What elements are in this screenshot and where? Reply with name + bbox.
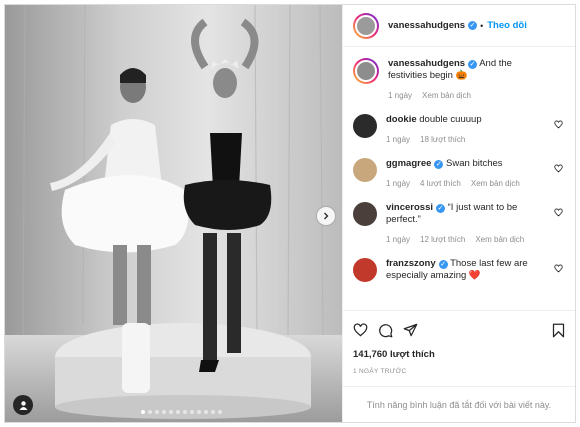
comment-likes[interactable]: 12 lượt thích bbox=[420, 235, 465, 244]
heart-icon[interactable] bbox=[353, 323, 368, 337]
follow-button[interactable]: Theo dõi bbox=[487, 20, 527, 31]
comment-item: franzszony ✓ Those last few are especiall… bbox=[353, 258, 565, 282]
carousel-dot bbox=[162, 410, 166, 414]
post-modal: vanessahudgens ✓ • Theo dõi vanessahudge… bbox=[4, 4, 576, 423]
heart-icon[interactable] bbox=[554, 120, 563, 129]
heart-icon[interactable] bbox=[554, 164, 563, 173]
comment-username[interactable]: franzszony bbox=[386, 258, 436, 269]
caption: vanessahudgens ✓ And the festivities begi… bbox=[353, 58, 565, 102]
carousel-dot bbox=[183, 410, 187, 414]
likes-count[interactable]: 141,760 lượt thích bbox=[353, 349, 565, 360]
carousel-dot bbox=[155, 410, 159, 414]
comments-disabled-notice: Tính năng bình luận đã tắt đối với bài v… bbox=[343, 386, 575, 422]
comment-username[interactable]: dookie bbox=[386, 114, 417, 125]
carousel-dot bbox=[218, 410, 222, 414]
comments-list: vanessahudgens ✓ And the festivities begi… bbox=[343, 48, 575, 304]
verified-badge-icon: ✓ bbox=[438, 260, 448, 269]
user-tag-icon bbox=[19, 400, 27, 410]
next-photo-button[interactable] bbox=[317, 207, 335, 225]
comment-item: vincerossi ✓ “I just want to be perfect.”… bbox=[353, 202, 565, 246]
caption-translate[interactable]: Xem bản dịch bbox=[422, 91, 471, 100]
carousel-dot bbox=[197, 410, 201, 414]
carousel-dot bbox=[204, 410, 208, 414]
photo-illustration bbox=[5, 5, 342, 422]
tagged-users-button[interactable] bbox=[13, 395, 33, 415]
verified-badge-icon: ✓ bbox=[468, 60, 478, 69]
verified-badge-icon: ✓ bbox=[436, 204, 445, 213]
comment-username[interactable]: vincerossi bbox=[386, 202, 433, 213]
caption-username[interactable]: vanessahudgens bbox=[388, 58, 465, 69]
comment-item: ggmagree ✓ Swan bitches 1 ngày 4 lượt thích… bbox=[353, 158, 565, 190]
comment-translate[interactable]: Xem bản dịch bbox=[475, 235, 524, 244]
post-photo[interactable] bbox=[5, 5, 342, 422]
heart-icon[interactable] bbox=[554, 264, 563, 273]
comment-text: double cuuuup bbox=[419, 114, 482, 125]
comment-likes[interactable]: 4 lượt thích bbox=[420, 179, 461, 188]
chevron-right-icon bbox=[324, 212, 329, 220]
carousel-dot bbox=[190, 410, 194, 414]
verified-badge-icon: ✓ bbox=[434, 160, 444, 169]
post-timestamp: 1 NGÀY TRƯỚC bbox=[353, 368, 407, 375]
post-actions: 141,760 lượt thích 1 NGÀY TRƯỚC bbox=[343, 310, 575, 375]
comment-thread: dookie double cuuuup 1 ngày 18 lượt thích g… bbox=[353, 114, 565, 282]
comment-age: 1 ngày bbox=[386, 179, 411, 188]
carousel-dot bbox=[211, 410, 215, 414]
caption-age: 1 ngày bbox=[388, 91, 413, 100]
comment-translate[interactable]: Xem bản dịch bbox=[471, 179, 520, 188]
separator-dot: • bbox=[480, 20, 484, 31]
comment-text: Swan bitches bbox=[446, 158, 503, 169]
comment-avatar[interactable] bbox=[353, 158, 377, 182]
caption-avatar[interactable] bbox=[353, 58, 379, 84]
carousel-dots bbox=[141, 410, 225, 414]
comment-avatar[interactable] bbox=[353, 258, 377, 282]
author-avatar[interactable] bbox=[353, 12, 379, 39]
share-icon[interactable] bbox=[403, 323, 418, 337]
comment-item: dookie double cuuuup 1 ngày 18 lượt thích bbox=[353, 114, 565, 146]
verified-badge-icon: ✓ bbox=[468, 21, 478, 30]
comment-avatar[interactable] bbox=[353, 114, 377, 138]
carousel-dot bbox=[141, 410, 145, 414]
carousel-dot bbox=[148, 410, 152, 414]
post-side-panel: vanessahudgens ✓ • Theo dõi vanessahudge… bbox=[342, 5, 575, 422]
comment-icon[interactable] bbox=[378, 323, 393, 338]
carousel-dot bbox=[169, 410, 173, 414]
comment-likes[interactable]: 18 lượt thích bbox=[420, 135, 465, 144]
author-username[interactable]: vanessahudgens bbox=[388, 20, 465, 31]
comment-username[interactable]: ggmagree bbox=[386, 158, 431, 169]
comment-avatar[interactable] bbox=[353, 202, 377, 226]
comment-age: 1 ngày bbox=[386, 235, 411, 244]
bookmark-icon[interactable] bbox=[552, 323, 565, 338]
heart-icon[interactable] bbox=[554, 208, 563, 217]
carousel-dot bbox=[176, 410, 180, 414]
post-header: vanessahudgens ✓ • Theo dõi bbox=[343, 5, 575, 47]
comment-age: 1 ngày bbox=[386, 135, 411, 144]
